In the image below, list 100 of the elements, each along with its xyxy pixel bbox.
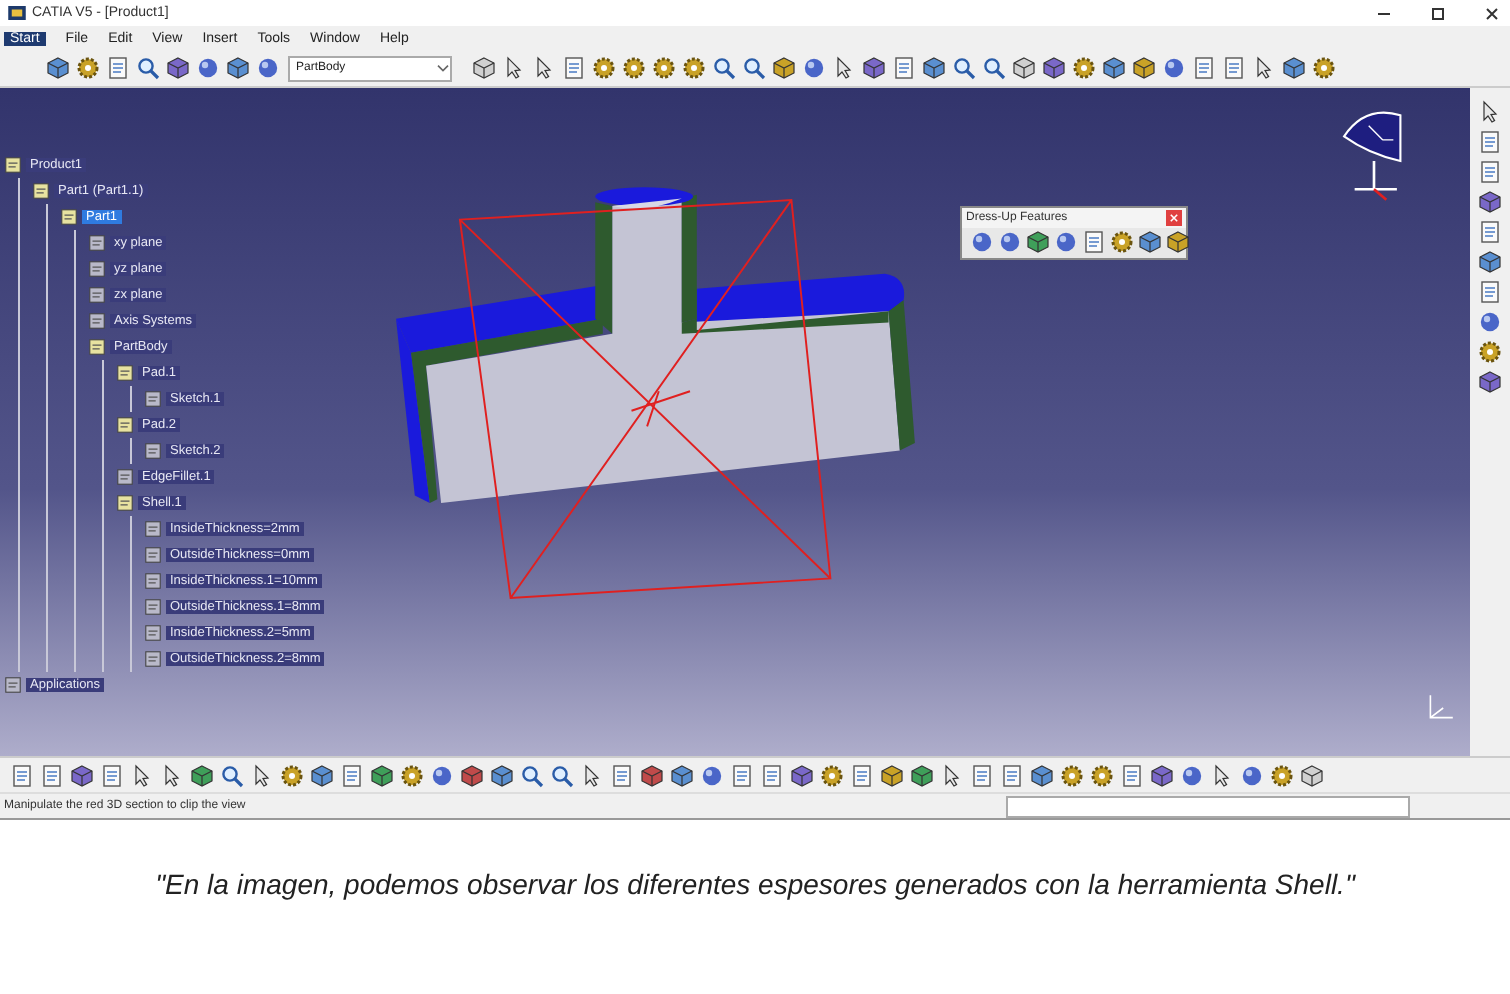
- document-icon[interactable]: [340, 763, 364, 787]
- document-icon[interactable]: [1478, 220, 1502, 244]
- cube-icon[interactable]: [1150, 763, 1174, 787]
- cube-icon[interactable]: [1102, 56, 1126, 80]
- cube-icon[interactable]: [1012, 56, 1036, 80]
- document-icon[interactable]: [730, 763, 754, 787]
- sphere-icon[interactable]: [256, 56, 280, 80]
- sphere-icon[interactable]: [998, 230, 1022, 254]
- document-icon[interactable]: [100, 763, 124, 787]
- cube-icon[interactable]: [226, 56, 250, 80]
- search-icon[interactable]: [982, 56, 1006, 80]
- document-icon[interactable]: [1082, 230, 1106, 254]
- sphere-icon[interactable]: [1240, 763, 1264, 787]
- cursor-arrow-icon[interactable]: [940, 763, 964, 787]
- command-input-field[interactable]: [1006, 795, 1410, 817]
- document-icon[interactable]: [1222, 56, 1246, 80]
- cube-icon[interactable]: [1026, 230, 1050, 254]
- gear-icon[interactable]: [280, 763, 304, 787]
- search-icon[interactable]: [742, 56, 766, 80]
- cursor-arrow-icon[interactable]: [1252, 56, 1276, 80]
- document-icon[interactable]: [562, 56, 586, 80]
- cube-icon[interactable]: [670, 763, 694, 787]
- sphere-icon[interactable]: [700, 763, 724, 787]
- gear-icon[interactable]: [592, 56, 616, 80]
- gear-icon[interactable]: [652, 56, 676, 80]
- document-icon[interactable]: [1478, 130, 1502, 154]
- cube-icon[interactable]: [790, 763, 814, 787]
- document-icon[interactable]: [1478, 280, 1502, 304]
- cube-icon[interactable]: [46, 56, 70, 80]
- cube-icon[interactable]: [1138, 230, 1162, 254]
- document-icon[interactable]: [970, 763, 994, 787]
- cube-icon[interactable]: [1030, 763, 1054, 787]
- search-icon[interactable]: [550, 763, 574, 787]
- gear-icon[interactable]: [400, 763, 424, 787]
- cursor-arrow-icon[interactable]: [130, 763, 154, 787]
- cube-icon[interactable]: [1282, 56, 1306, 80]
- cursor-arrow-icon[interactable]: [832, 56, 856, 80]
- cube-icon[interactable]: [490, 763, 514, 787]
- cube-icon[interactable]: [1478, 190, 1502, 214]
- search-icon[interactable]: [952, 56, 976, 80]
- cube-icon[interactable]: [910, 763, 934, 787]
- gear-icon[interactable]: [1072, 56, 1096, 80]
- cube-icon[interactable]: [190, 763, 214, 787]
- cube-icon[interactable]: [922, 56, 946, 80]
- cursor-arrow-icon[interactable]: [532, 56, 556, 80]
- search-icon[interactable]: [220, 763, 244, 787]
- sphere-icon[interactable]: [1478, 310, 1502, 334]
- document-icon[interactable]: [1192, 56, 1216, 80]
- search-icon[interactable]: [712, 56, 736, 80]
- cube-icon[interactable]: [772, 56, 796, 80]
- cube-icon[interactable]: [70, 763, 94, 787]
- close-icon[interactable]: [1482, 3, 1502, 23]
- document-icon[interactable]: [1000, 763, 1024, 787]
- document-icon[interactable]: [892, 56, 916, 80]
- cube-icon[interactable]: [1166, 230, 1190, 254]
- gear-icon[interactable]: [1110, 230, 1134, 254]
- cube-icon[interactable]: [370, 763, 394, 787]
- cursor-arrow-icon[interactable]: [250, 763, 274, 787]
- cursor-arrow-icon[interactable]: [1210, 763, 1234, 787]
- gear-icon[interactable]: [1270, 763, 1294, 787]
- gear-icon[interactable]: [820, 763, 844, 787]
- gear-icon[interactable]: [1060, 763, 1084, 787]
- sphere-icon[interactable]: [1180, 763, 1204, 787]
- gear-icon[interactable]: [76, 56, 100, 80]
- document-icon[interactable]: [850, 763, 874, 787]
- cube-icon[interactable]: [640, 763, 664, 787]
- cursor-arrow-icon[interactable]: [1478, 100, 1502, 124]
- document-icon[interactable]: [1120, 763, 1144, 787]
- cube-icon[interactable]: [460, 763, 484, 787]
- cursor-arrow-icon[interactable]: [160, 763, 184, 787]
- cube-icon[interactable]: [166, 56, 190, 80]
- search-icon[interactable]: [136, 56, 160, 80]
- document-icon[interactable]: [610, 763, 634, 787]
- cube-icon[interactable]: [472, 56, 496, 80]
- sphere-icon[interactable]: [1162, 56, 1186, 80]
- cube-icon[interactable]: [880, 763, 904, 787]
- cube-icon[interactable]: [310, 763, 334, 787]
- sphere-icon[interactable]: [196, 56, 220, 80]
- cube-icon[interactable]: [862, 56, 886, 80]
- gear-icon[interactable]: [1478, 340, 1502, 364]
- document-icon[interactable]: [40, 763, 64, 787]
- cursor-arrow-icon[interactable]: [502, 56, 526, 80]
- gear-icon[interactable]: [1312, 56, 1336, 80]
- caret-icon[interactable]: [436, 63, 450, 73]
- sphere-icon[interactable]: [430, 763, 454, 787]
- cursor-arrow-icon[interactable]: [580, 763, 604, 787]
- maximize-icon[interactable]: [1428, 3, 1448, 23]
- cube-icon[interactable]: [1300, 763, 1324, 787]
- cube-icon[interactable]: [1042, 56, 1066, 80]
- cube-icon[interactable]: [1478, 250, 1502, 274]
- cube-icon[interactable]: [1132, 56, 1156, 80]
- document-icon[interactable]: [10, 763, 34, 787]
- sphere-icon[interactable]: [970, 230, 994, 254]
- sphere-icon[interactable]: [802, 56, 826, 80]
- gear-icon[interactable]: [682, 56, 706, 80]
- gear-icon[interactable]: [1090, 763, 1114, 787]
- document-icon[interactable]: [106, 56, 130, 80]
- document-icon[interactable]: [1478, 160, 1502, 184]
- search-icon[interactable]: [520, 763, 544, 787]
- document-icon[interactable]: [760, 763, 784, 787]
